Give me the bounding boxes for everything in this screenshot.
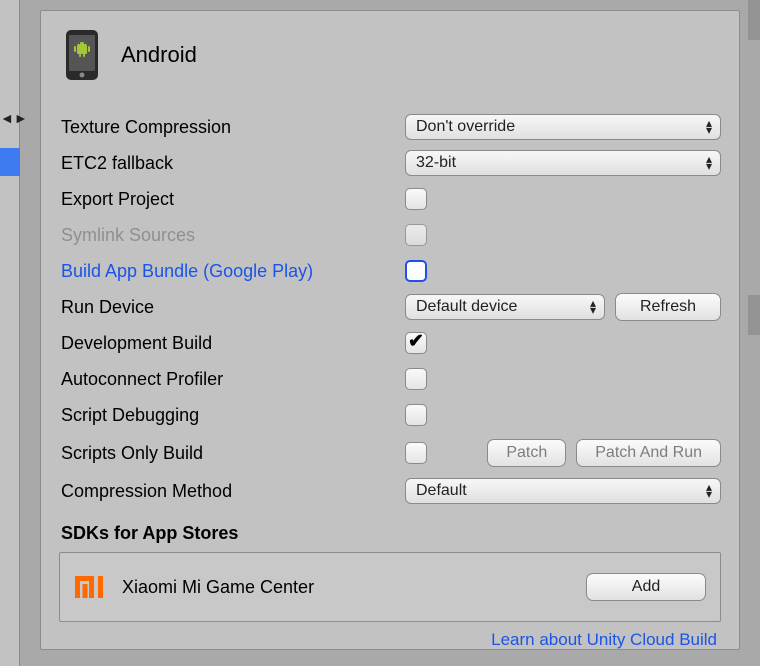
checkmark-icon: ✔ bbox=[408, 330, 424, 353]
label-script-debugging: Script Debugging bbox=[59, 405, 397, 426]
add-sdk-button[interactable]: Add bbox=[586, 573, 706, 601]
row-run-device: Run Device Default device ▴▾ Refresh bbox=[59, 289, 721, 325]
right-gutter bbox=[748, 0, 760, 666]
select-etc2-fallback[interactable]: 32-bit ▴▾ bbox=[405, 150, 721, 176]
xiaomi-mi-icon bbox=[74, 572, 104, 602]
checkbox-symlink-sources bbox=[405, 224, 427, 246]
checkbox-autoconnect-profiler[interactable] bbox=[405, 368, 427, 390]
select-value: Default device bbox=[416, 298, 517, 316]
updown-icon: ▴▾ bbox=[590, 300, 596, 314]
patch-and-run-button[interactable]: Patch And Run bbox=[576, 439, 721, 467]
refresh-button[interactable]: Refresh bbox=[615, 293, 721, 321]
row-etc2-fallback: ETC2 fallback 32-bit ▴▾ bbox=[59, 145, 721, 181]
label-etc2-fallback: ETC2 fallback bbox=[59, 153, 397, 174]
row-development-build: Development Build ✔ bbox=[59, 325, 721, 361]
row-scripts-only-build: Scripts Only Build Patch Patch And Run bbox=[59, 433, 721, 473]
select-texture-compression[interactable]: Don't override ▴▾ bbox=[405, 114, 721, 140]
row-autoconnect-profiler: Autoconnect Profiler bbox=[59, 361, 721, 397]
label-autoconnect-profiler: Autoconnect Profiler bbox=[59, 369, 397, 390]
sdk-item-row: Xiaomi Mi Game Center Add bbox=[59, 552, 721, 622]
select-value: Don't override bbox=[416, 118, 515, 136]
row-texture-compression: Texture Compression Don't override ▴▾ bbox=[59, 109, 721, 145]
left-tab-strip: ◄► bbox=[0, 0, 20, 666]
select-compression-method[interactable]: Default ▴▾ bbox=[405, 478, 721, 504]
selected-tab-indicator[interactable] bbox=[0, 148, 20, 176]
label-scripts-only-build: Scripts Only Build bbox=[59, 443, 397, 464]
row-build-app-bundle: Build App Bundle (Google Play) bbox=[59, 253, 721, 289]
checkbox-development-build[interactable]: ✔ bbox=[405, 332, 427, 354]
updown-icon: ▴▾ bbox=[706, 484, 712, 498]
tab-arrows-icon: ◄► bbox=[0, 110, 19, 126]
label-run-device: Run Device bbox=[59, 297, 397, 318]
select-value: Default bbox=[416, 482, 467, 500]
checkbox-export-project[interactable] bbox=[405, 188, 427, 210]
android-phone-icon bbox=[65, 29, 99, 81]
label-compression-method: Compression Method bbox=[59, 481, 397, 502]
cloud-build-link[interactable]: Learn about Unity Cloud Build bbox=[59, 630, 721, 650]
row-symlink-sources: Symlink Sources bbox=[59, 217, 721, 253]
checkbox-build-app-bundle[interactable] bbox=[405, 260, 427, 282]
platform-header: Android bbox=[65, 29, 721, 81]
label-export-project: Export Project bbox=[59, 189, 397, 210]
label-build-app-bundle: Build App Bundle (Google Play) bbox=[59, 261, 397, 282]
label-symlink-sources: Symlink Sources bbox=[59, 225, 397, 246]
row-compression-method: Compression Method Default ▴▾ bbox=[59, 473, 721, 509]
checkbox-scripts-only-build[interactable] bbox=[405, 442, 427, 464]
sdk-section-heading: SDKs for App Stores bbox=[59, 523, 721, 544]
label-texture-compression: Texture Compression bbox=[59, 117, 397, 138]
build-settings-panel: ◄► bbox=[0, 0, 760, 666]
row-script-debugging: Script Debugging bbox=[59, 397, 721, 433]
patch-button[interactable]: Patch bbox=[487, 439, 566, 467]
platform-title: Android bbox=[121, 42, 197, 68]
sdk-item-label: Xiaomi Mi Game Center bbox=[122, 577, 314, 598]
android-build-panel: Android Texture Compression Don't overri… bbox=[40, 10, 740, 650]
updown-icon: ▴▾ bbox=[706, 156, 712, 170]
checkbox-script-debugging[interactable] bbox=[405, 404, 427, 426]
select-run-device[interactable]: Default device ▴▾ bbox=[405, 294, 605, 320]
label-development-build: Development Build bbox=[59, 333, 397, 354]
updown-icon: ▴▾ bbox=[706, 120, 712, 134]
row-export-project: Export Project bbox=[59, 181, 721, 217]
select-value: 32-bit bbox=[416, 154, 456, 172]
